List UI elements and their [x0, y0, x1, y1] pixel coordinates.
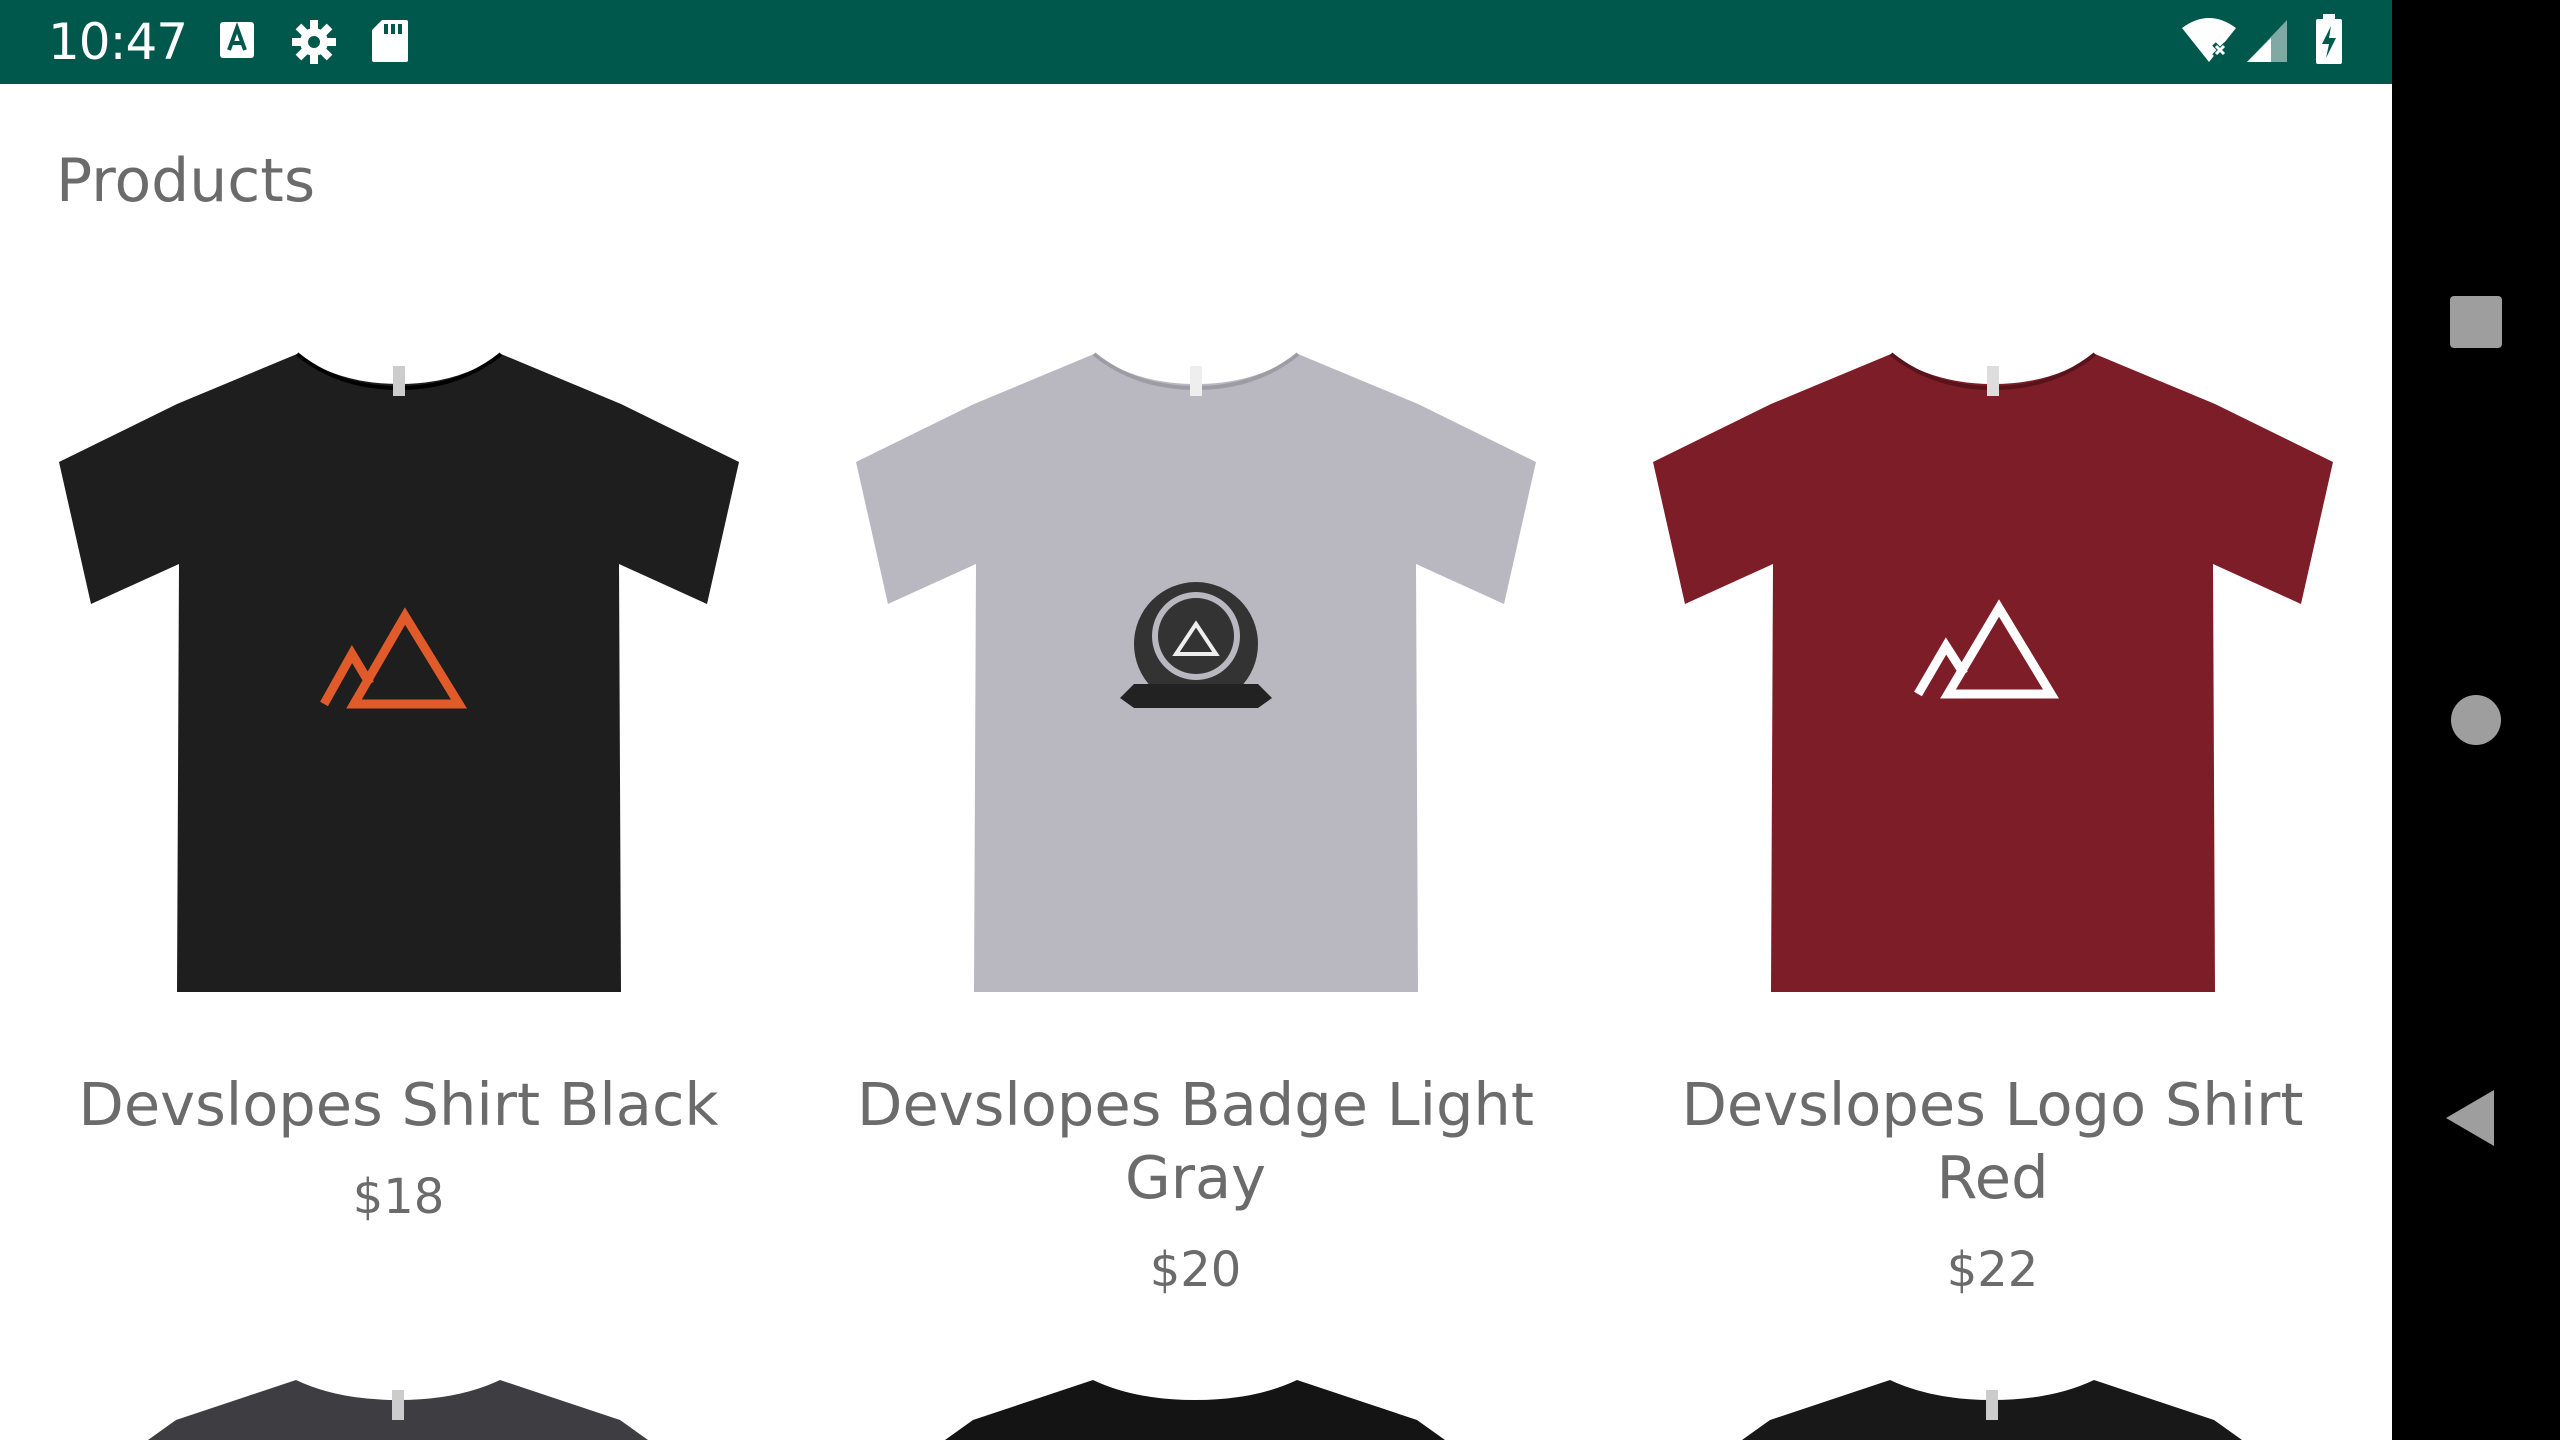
battery-charging-icon — [2314, 14, 2344, 70]
product-image — [1652, 352, 2333, 992]
product-card[interactable]: Devslopes Shirt Black $18 — [0, 324, 797, 1227]
navigation-bar — [2392, 0, 2560, 1440]
recents-icon — [2450, 296, 2502, 348]
back-button[interactable] — [2434, 1076, 2518, 1164]
home-icon — [2451, 695, 2501, 745]
font-download-icon — [218, 18, 256, 66]
recents-button[interactable] — [2434, 280, 2518, 368]
gear-icon — [290, 18, 338, 70]
product-name: Devslopes Badge Light Gray — [857, 1070, 1534, 1212]
product-image — [58, 352, 739, 992]
product-image-partial[interactable] — [1642, 1380, 2342, 1440]
product-image-partial[interactable] — [845, 1380, 1545, 1440]
home-button[interactable] — [2434, 678, 2518, 766]
status-time: 10:47 — [48, 13, 188, 71]
product-image-partial[interactable] — [48, 1380, 748, 1440]
product-image — [855, 352, 1536, 992]
back-icon — [2446, 1090, 2494, 1146]
status-bar: 10:47 — [0, 0, 2392, 84]
product-name: Devslopes Shirt Black — [78, 1070, 719, 1139]
product-price: $18 — [352, 1169, 445, 1225]
page-title: Products — [56, 146, 316, 216]
product-card[interactable]: Devslopes Logo Shirt Red $22 — [1594, 324, 2391, 1300]
product-card[interactable]: Devslopes Badge Light Gray $20 — [797, 324, 1594, 1300]
cell-signal-icon — [2245, 18, 2289, 68]
product-price: $22 — [1946, 1242, 2039, 1298]
products-screen[interactable]: Products Devslopes Shirt Black $18 Devsl… — [0, 84, 2392, 1440]
wifi-off-icon — [2180, 16, 2238, 68]
sd-card-icon — [370, 18, 410, 68]
product-price: $20 — [1149, 1242, 1242, 1298]
product-name: Devslopes Logo Shirt Red — [1681, 1070, 2304, 1212]
